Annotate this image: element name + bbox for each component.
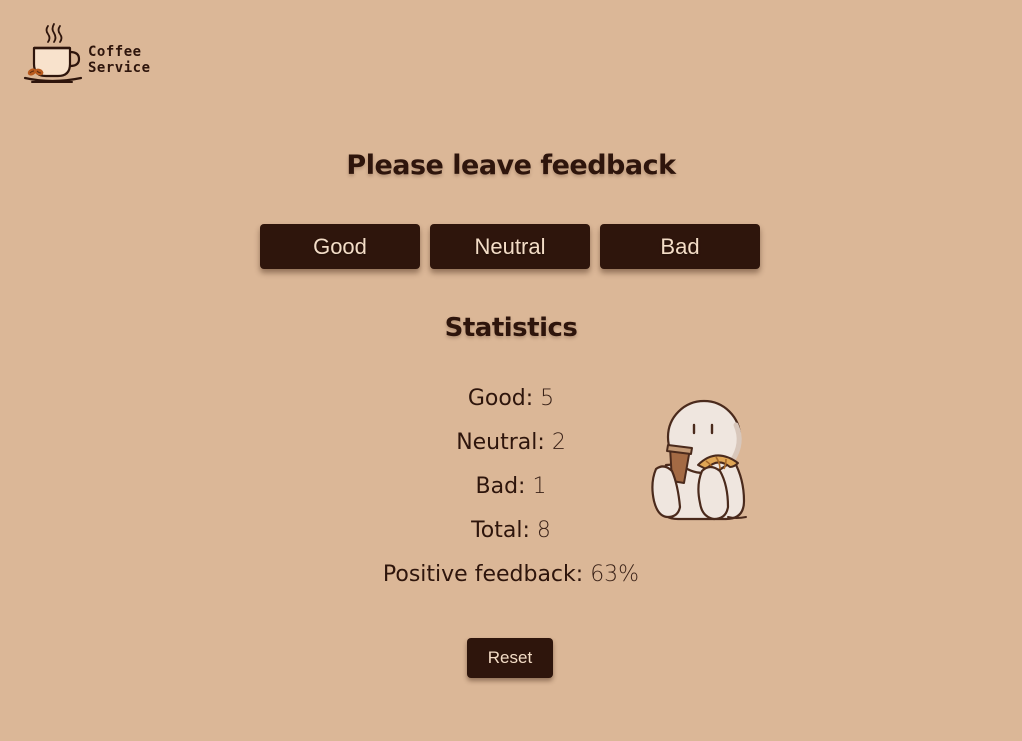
good-button[interactable]: Good bbox=[260, 224, 420, 269]
neutral-button[interactable]: Neutral bbox=[430, 224, 590, 269]
stat-good: Good: 5 bbox=[0, 378, 1022, 422]
stat-bad: Bad: 1 bbox=[0, 466, 1022, 510]
statistics-title: Statistics bbox=[444, 313, 578, 343]
stat-total: Total: 8 bbox=[0, 510, 1022, 554]
feedback-buttons: Good Neutral Bad bbox=[260, 224, 760, 269]
logo[interactable]: Coffee Service bbox=[22, 22, 151, 88]
stat-total-value: 8 bbox=[536, 518, 551, 543]
stat-positive-value: 63% bbox=[590, 562, 640, 587]
page-title: Please leave feedback bbox=[346, 150, 676, 181]
stat-neutral-label: Neutral: bbox=[456, 430, 545, 455]
stat-bad-value: 1 bbox=[532, 474, 547, 499]
coffee-cup-icon bbox=[23, 23, 83, 83]
logo-text: Coffee Service bbox=[88, 44, 151, 76]
logo-line-1: Coffee bbox=[88, 44, 142, 60]
stat-neutral: Neutral: 2 bbox=[0, 422, 1022, 466]
stat-good-value: 5 bbox=[540, 386, 555, 411]
stat-good-label: Good: bbox=[467, 386, 534, 411]
stat-positive-label: Positive feedback: bbox=[382, 562, 584, 587]
logo-line-2: Service bbox=[88, 60, 151, 76]
stat-total-label: Total: bbox=[471, 518, 530, 543]
reset-button[interactable]: Reset bbox=[467, 638, 553, 678]
stat-neutral-value: 2 bbox=[551, 430, 566, 455]
stat-bad-label: Bad: bbox=[475, 474, 526, 499]
mascot-illustration bbox=[651, 399, 747, 521]
bad-button[interactable]: Bad bbox=[600, 224, 760, 269]
stat-positive: Positive feedback: 63% bbox=[0, 554, 1022, 598]
statistics-list: Good: 5 Neutral: 2 Bad: 1 Total: 8 Posit… bbox=[0, 378, 1022, 598]
